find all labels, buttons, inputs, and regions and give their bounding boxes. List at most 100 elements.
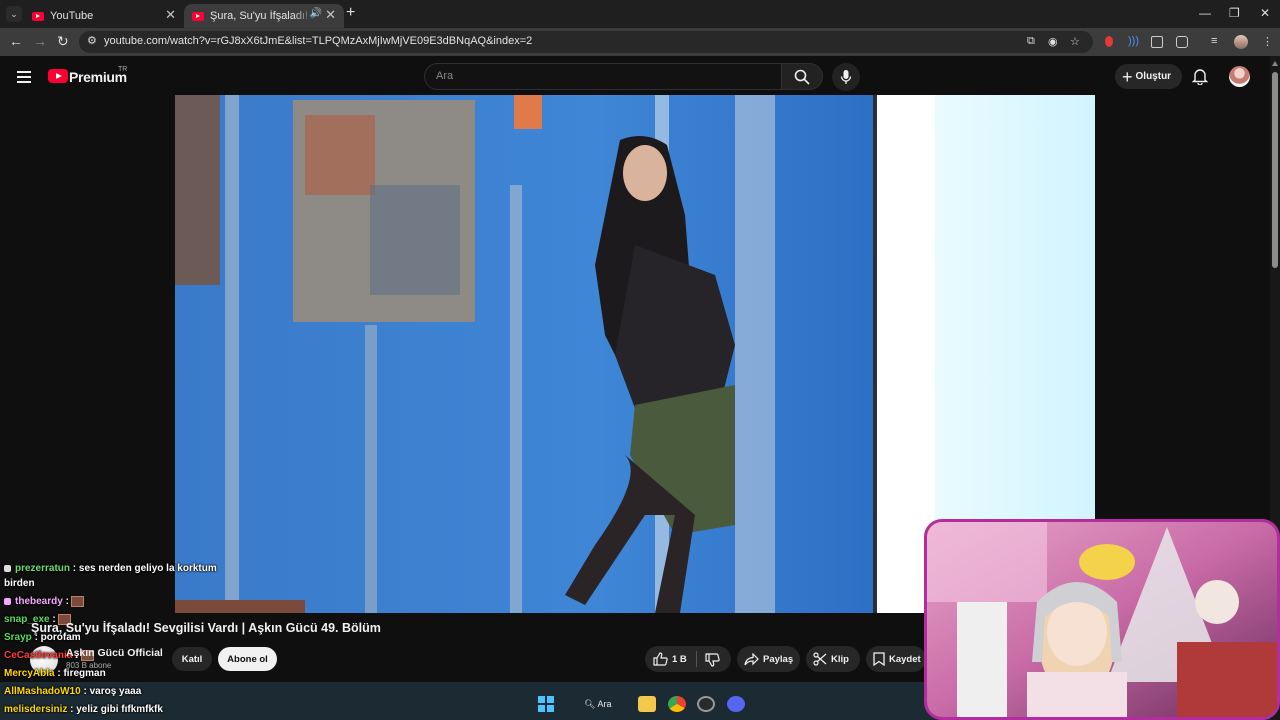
chat-message: melisdersiniz : yeliz gibi fıfkmfkfk bbox=[4, 704, 163, 715]
extension-audio-icon[interactable]: ))) bbox=[1128, 35, 1139, 47]
chat-message: AllMashadoW10 : varoş yaaa bbox=[4, 686, 141, 697]
back-icon[interactable]: ← bbox=[9, 33, 23, 49]
share-label: Paylaş bbox=[763, 653, 794, 665]
clip-label: Klip bbox=[831, 653, 849, 665]
chat-badge-icon bbox=[4, 564, 11, 572]
like-divider bbox=[696, 651, 697, 667]
chat-message: prezerratun : ses nerden geliyo la korkt… bbox=[4, 563, 217, 574]
forward-icon[interactable]: → bbox=[33, 33, 47, 49]
chat-emote-icon bbox=[70, 596, 84, 607]
window-close-icon[interactable]: ✕ bbox=[1260, 6, 1270, 20]
chat-user: CeCastlevania bbox=[4, 650, 73, 662]
youtube-header: Premium TR + Oluştur bbox=[0, 56, 1270, 96]
tab-close-icon[interactable]: ✕ bbox=[325, 7, 336, 23]
chat-user: melisdersiniz bbox=[4, 704, 68, 715]
scissors-icon bbox=[813, 652, 827, 666]
tab-youtube[interactable]: YouTube ✕ bbox=[24, 4, 184, 28]
new-tab-button[interactable]: + bbox=[346, 4, 355, 22]
search-box[interactable] bbox=[424, 63, 782, 90]
chat-user: AllMashadoW10 bbox=[4, 686, 81, 697]
chat-badge-icon bbox=[4, 598, 11, 605]
obs-icon[interactable] bbox=[697, 696, 715, 712]
search-input[interactable] bbox=[434, 69, 764, 83]
browser-profile-avatar[interactable] bbox=[1234, 35, 1248, 49]
chat-text: : ses nerden geliyo la korktum bbox=[72, 563, 217, 574]
site-info-icon[interactable]: ⚙ bbox=[87, 34, 97, 47]
windows-start-icon[interactable] bbox=[538, 696, 554, 712]
reload-icon[interactable]: ↻ bbox=[57, 33, 69, 50]
tab-search-icon[interactable]: ⌄ bbox=[6, 6, 22, 22]
taskbar-search-label: Ara bbox=[597, 699, 612, 709]
tab-title: YouTube bbox=[50, 10, 94, 22]
tab-title: Şura, Su'yu İfşaladı! Sevgilisi bbox=[210, 10, 314, 22]
scrollbar-thumb[interactable] bbox=[1272, 72, 1278, 268]
youtube-logo-icon[interactable] bbox=[48, 69, 68, 83]
chat-text: : varoş yaaa bbox=[83, 686, 142, 697]
plus-icon: + bbox=[1122, 66, 1133, 87]
url-text: youtube.com/watch?v=rGJ8xX6tJmE&list=TLP… bbox=[104, 35, 533, 47]
account-avatar[interactable] bbox=[1229, 66, 1250, 87]
minimize-icon[interactable]: — bbox=[1199, 6, 1211, 20]
share-button[interactable]: Paylaş bbox=[737, 646, 800, 672]
search-button[interactable] bbox=[781, 63, 823, 90]
region-code: TR bbox=[118, 66, 128, 73]
extension-box-icon[interactable] bbox=[1151, 36, 1163, 48]
chat-text: birden bbox=[4, 578, 35, 589]
extension-red-icon[interactable] bbox=[1105, 36, 1113, 47]
address-bar[interactable]: ⚙ youtube.com/watch?v=rGJ8xX6tJmE&list=T… bbox=[79, 31, 1093, 53]
microphone-icon bbox=[840, 70, 852, 84]
like-count[interactable]: 1 B bbox=[672, 654, 687, 665]
chat-message: thebeardy : bbox=[4, 596, 84, 607]
like-dislike-group: 1 B bbox=[645, 646, 731, 672]
tracking-eye-icon[interactable]: ◉ bbox=[1048, 35, 1058, 48]
share-icon bbox=[744, 652, 759, 665]
chat-user: prezerratun bbox=[15, 563, 71, 574]
browser-toolbar: ← → ↻ ⚙ youtube.com/watch?v=rGJ8xX6tJmE&… bbox=[0, 28, 1280, 56]
bookmark-icon bbox=[873, 652, 885, 666]
subscribe-button[interactable]: Abone ol bbox=[218, 647, 277, 671]
notifications-bell-icon[interactable] bbox=[1192, 68, 1208, 85]
chat-text: : yeliz gibi fıfkmfkfk bbox=[70, 704, 163, 715]
bookmark-star-icon[interactable]: ☆ bbox=[1070, 35, 1080, 48]
youtube-favicon-icon bbox=[192, 11, 204, 21]
chat-message: MercyAbla : firegman bbox=[4, 668, 106, 679]
save-button[interactable]: Kaydet bbox=[866, 646, 926, 672]
chat-message: birden bbox=[4, 578, 35, 589]
scroll-up-icon[interactable] bbox=[1272, 61, 1278, 66]
install-app-icon[interactable]: ⧉ bbox=[1027, 35, 1035, 48]
create-button[interactable]: + Oluştur bbox=[1115, 64, 1182, 89]
menu-icon[interactable] bbox=[17, 71, 31, 86]
file-explorer-icon[interactable] bbox=[638, 696, 656, 712]
webcam-feed bbox=[927, 522, 1277, 717]
channel-name[interactable]: Aşkın Gücü Official bbox=[66, 647, 163, 659]
browser-tab-strip: ⌄ YouTube ✕ Şura, Su'yu İfşaladı! Sevgil… bbox=[0, 0, 1280, 28]
search-icon: 🔍︎ bbox=[584, 699, 596, 709]
discord-icon[interactable] bbox=[727, 696, 745, 712]
chrome-icon[interactable] bbox=[668, 696, 686, 712]
youtube-favicon-icon bbox=[32, 11, 44, 21]
chat-user: MercyAbla bbox=[4, 668, 55, 679]
like-icon[interactable] bbox=[653, 652, 668, 666]
dislike-icon[interactable] bbox=[705, 653, 720, 667]
chat-user: thebeardy bbox=[15, 596, 63, 608]
create-label: Oluştur bbox=[1135, 71, 1172, 82]
chat-message: Srayp : porofam bbox=[4, 632, 81, 643]
reading-list-icon[interactable]: ≡ bbox=[1211, 35, 1217, 47]
tab-close-icon[interactable]: ✕ bbox=[165, 7, 176, 23]
chat-text: : bbox=[65, 596, 69, 608]
search-icon bbox=[794, 69, 810, 85]
webcam-overlay bbox=[924, 519, 1280, 720]
voice-search-button[interactable] bbox=[832, 63, 860, 91]
browser-menu-icon[interactable]: ⋮ bbox=[1262, 35, 1273, 48]
chat-text: : firegman bbox=[57, 668, 106, 679]
extensions-puzzle-icon[interactable] bbox=[1176, 36, 1188, 48]
chat-user: Srayp bbox=[4, 632, 32, 643]
save-label: Kaydet bbox=[889, 653, 921, 665]
clip-button[interactable]: Klip bbox=[806, 646, 860, 672]
join-button[interactable]: Katıl bbox=[172, 647, 212, 671]
chat-text: : porofam bbox=[34, 632, 81, 643]
tab-current-video[interactable]: Şura, Su'yu İfşaladı! Sevgilisi 🔊 ✕ bbox=[184, 4, 344, 28]
taskbar-search[interactable]: 🔍︎ Ara bbox=[584, 699, 611, 710]
audio-playing-icon[interactable]: 🔊 bbox=[310, 8, 322, 19]
restore-icon[interactable]: ❐ bbox=[1229, 6, 1240, 20]
